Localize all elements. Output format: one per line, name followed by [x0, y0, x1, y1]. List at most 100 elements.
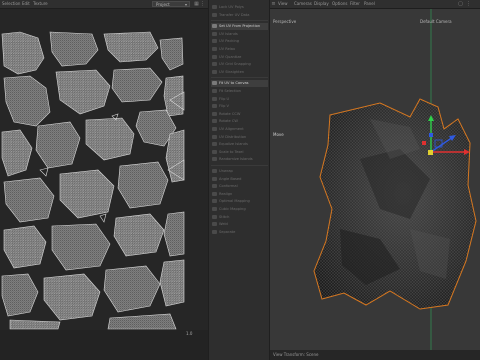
- tool-label: Angle Based: [219, 176, 242, 181]
- tool-label: UV Packing: [219, 39, 240, 44]
- tool-label: Rotate CW: [219, 119, 238, 124]
- tool-item[interactable]: Separate: [211, 229, 268, 236]
- tool-icon: [212, 96, 217, 101]
- menu-display[interactable]: Display: [314, 1, 329, 6]
- tool-separator: [211, 77, 268, 79]
- menu-view[interactable]: View: [278, 1, 288, 6]
- tool-item[interactable]: Scale to Texel: [211, 149, 268, 156]
- menu-edit[interactable]: Edit: [22, 1, 30, 6]
- viewport-settings-icon[interactable]: ⋮: [466, 1, 471, 7]
- tool-icon: [212, 169, 217, 173]
- tool-label: UV Distribution: [219, 134, 247, 139]
- menu-filter[interactable]: Filter: [350, 1, 360, 6]
- tool-item[interactable]: Conformal: [211, 183, 268, 190]
- tool-label: Scale to Texel: [219, 149, 244, 154]
- uv-bottom-strip: [0, 330, 208, 360]
- uv-scale-readout: 1.0: [186, 331, 193, 336]
- viewport-status-bar: View Transform: Scene: [270, 350, 480, 360]
- tool-label: Flip V: [219, 104, 229, 109]
- uv-editor-panel: Selection Edit Texture Project ▾ ▦ ⋮ 1.0: [0, 0, 208, 360]
- tool-icon: [212, 229, 217, 234]
- tool-item[interactable]: UV Grid Snapping: [211, 61, 268, 68]
- tool-item[interactable]: UV Straighten: [211, 69, 268, 76]
- tool-label: Separate: [219, 229, 236, 234]
- tool-item[interactable]: Flip U: [211, 96, 268, 103]
- uv-mode-dropdown[interactable]: Project ▾: [152, 1, 190, 7]
- tool-icon: [212, 62, 217, 67]
- tool-icon: [212, 24, 217, 29]
- tool-label: Weld: [219, 222, 228, 227]
- tool-label: Fit Selection: [219, 89, 241, 93]
- tool-item[interactable]: Stitch: [211, 214, 268, 221]
- tool-label: Conformal: [219, 184, 238, 189]
- tool-item[interactable]: Lock UV Polys: [211, 4, 268, 11]
- tool-label: Optimal Mapping: [219, 199, 250, 204]
- viewport-3d[interactable]: Perspective Default Camera Move: [270, 9, 480, 350]
- tool-icon: [212, 191, 217, 196]
- tool-icon: [212, 31, 217, 36]
- tool-icon: [212, 54, 217, 59]
- tool-item[interactable]: Unwrap: [211, 168, 268, 175]
- tool-item[interactable]: UV Relax: [211, 46, 268, 53]
- tool-icon: [212, 142, 217, 147]
- tool-item[interactable]: Set UV From Projection: [211, 23, 268, 31]
- tool-item[interactable]: Randomize Islands: [211, 156, 268, 163]
- rock-model: [313, 98, 477, 310]
- tool-item[interactable]: UV Alignment: [211, 126, 268, 133]
- uv-canvas[interactable]: [0, 30, 185, 330]
- tool-label: Fit UV to Canvas: [219, 81, 249, 86]
- tool-separator: [211, 165, 268, 166]
- tool-item[interactable]: UV Packing: [211, 38, 268, 45]
- tool-icon: [212, 207, 217, 211]
- menu-panel[interactable]: Panel: [364, 1, 375, 6]
- tool-item[interactable]: Weld: [211, 221, 268, 228]
- uv-island: [1, 31, 45, 75]
- tool-item[interactable]: Angle Based: [211, 176, 268, 183]
- menu-options[interactable]: Options: [332, 1, 347, 6]
- tool-item[interactable]: UV Distribution: [211, 134, 268, 141]
- tool-item[interactable]: Cubic Mapping: [211, 206, 268, 213]
- tool-item[interactable]: Transfer UV Data: [211, 12, 268, 19]
- tool-label: UV Grid Snapping: [219, 62, 251, 67]
- settings-icon[interactable]: ⋮: [200, 1, 205, 7]
- tool-label: Transfer UV Data: [219, 12, 250, 17]
- tool-item[interactable]: Rotate CCW: [211, 111, 268, 118]
- tool-item[interactable]: Fit UV to Canvas: [211, 80, 268, 88]
- tool-label: UV Islands: [219, 31, 238, 36]
- tool-item[interactable]: Equalize Islands: [211, 141, 268, 148]
- tool-label: Unwrap: [219, 169, 233, 173]
- tool-label: UV Quantize: [219, 54, 242, 59]
- tool-item[interactable]: Flip V: [211, 103, 268, 110]
- maximize-icon[interactable]: ▢: [458, 1, 463, 7]
- tool-label: UV Alignment: [219, 127, 244, 131]
- menu-selection[interactable]: Selection: [2, 1, 20, 6]
- menu-texture[interactable]: Texture: [33, 1, 48, 6]
- tool-label: Flip U: [219, 96, 230, 101]
- tool-icon: [212, 214, 217, 219]
- tool-icon: [212, 134, 217, 139]
- viewport-panel: ≡ View Cameras Display Options Filter Pa…: [270, 0, 480, 360]
- uv-menubar: Selection Edit Texture Project ▾ ▦ ⋮: [0, 0, 208, 9]
- tool-icon: [212, 176, 217, 181]
- view-transform-status: View Transform: Scene: [273, 352, 319, 357]
- tool-item[interactable]: Realign: [211, 191, 268, 198]
- tool-icon: [212, 157, 217, 162]
- tool-icon: [212, 104, 217, 109]
- tool-icon: [212, 222, 217, 227]
- uv-island: [163, 75, 184, 117]
- viewport-tools-icon[interactable]: ≡: [271, 1, 276, 7]
- tool-item[interactable]: UV Quantize: [211, 54, 268, 61]
- tool-item[interactable]: UV Islands: [211, 31, 268, 38]
- camera-label[interactable]: Default Camera: [420, 19, 452, 24]
- tool-item[interactable]: Rotate CW: [211, 118, 268, 125]
- perspective-label: Perspective: [273, 19, 297, 24]
- tool-label: Stitch: [219, 214, 230, 219]
- tool-icon: [212, 127, 217, 131]
- grid-icon[interactable]: ▦: [194, 1, 199, 7]
- tool-icon: [212, 47, 217, 51]
- tool-icon: [212, 199, 217, 204]
- tool-item[interactable]: Fit Selection: [211, 88, 268, 95]
- tool-item[interactable]: Optimal Mapping: [211, 198, 268, 205]
- menu-cameras[interactable]: Cameras: [294, 1, 312, 6]
- tool-label: Randomize Islands: [219, 157, 253, 162]
